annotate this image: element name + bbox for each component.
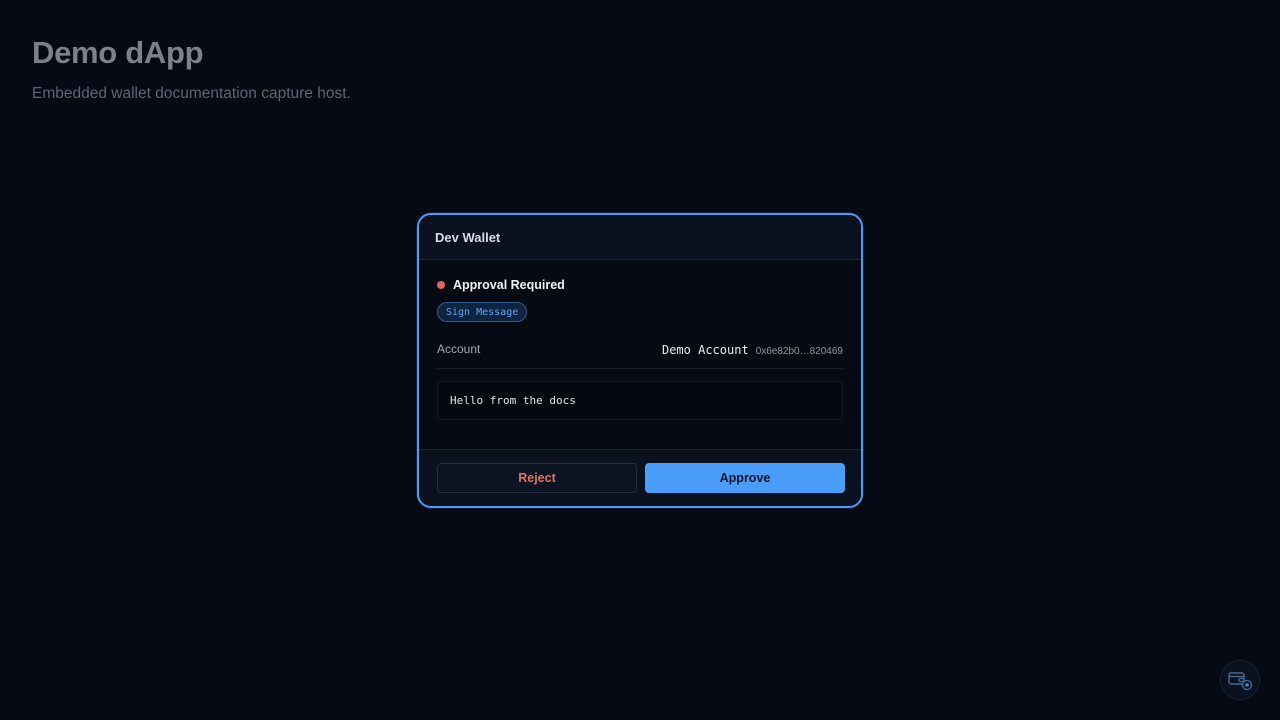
wallet-dialog: Dev Wallet Approval Required Sign Messag…: [417, 213, 863, 508]
wallet-settings-icon: [1228, 672, 1253, 691]
status-dot-icon: [437, 281, 445, 289]
page-subtitle: Embedded wallet documentation capture ho…: [32, 85, 351, 102]
reject-button[interactable]: Reject: [437, 463, 637, 493]
wallet-title: Dev Wallet: [435, 229, 501, 245]
account-label: Account: [437, 342, 481, 356]
wallet-header: Dev Wallet: [419, 215, 861, 260]
approve-button[interactable]: Approve: [645, 463, 845, 493]
account-address: 0x6e82b0…820469: [755, 346, 843, 357]
method-badge: Sign Message: [437, 302, 528, 322]
approval-status: Approval Required: [437, 278, 565, 292]
account-value: Demo Account 0x6e82b0…820469: [662, 340, 843, 362]
wallet-body: Approval Required Sign Message Account D…: [419, 260, 861, 448]
host-header: Demo dApp Embedded wallet documentation …: [32, 34, 351, 104]
account-name: Demo Account: [661, 343, 749, 357]
page-title: Demo dApp: [32, 35, 204, 70]
status-text: Approval Required: [453, 278, 565, 292]
message-box: Hello from the docs: [437, 381, 843, 420]
wallet-footer: Reject Approve: [419, 449, 861, 506]
wallet-launcher-button[interactable]: [1220, 660, 1260, 700]
message-text: Hello from the docs: [450, 394, 576, 407]
account-row: Account Demo Account 0x6e82b0…820469: [437, 340, 843, 369]
